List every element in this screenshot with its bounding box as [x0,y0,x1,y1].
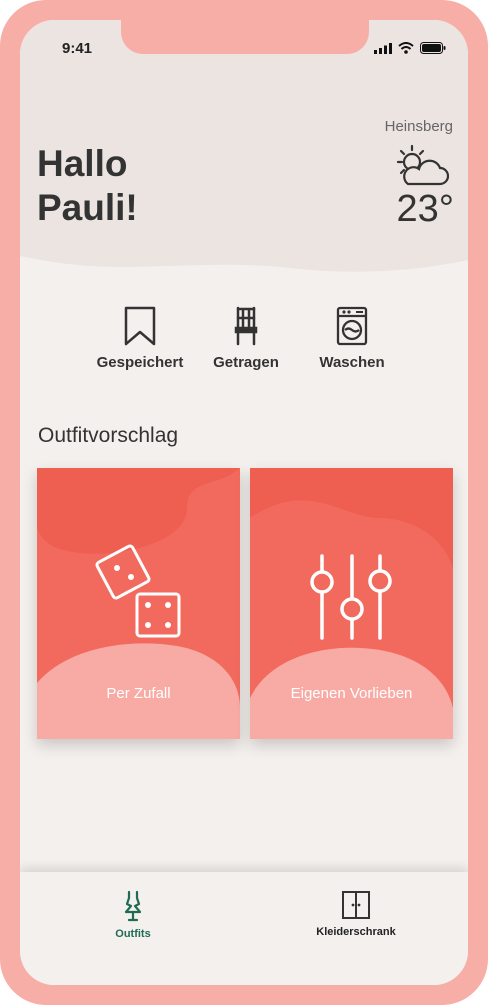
bottom-tab-bar: Outfits Kleiderschrank [20,872,468,985]
tab-label: Kleiderschrank [316,926,396,938]
app-screen: 9:41 Hallo Pauli! Heinsberg 23° Gespeich… [20,20,468,985]
bookmark-icon [124,306,156,346]
quick-action-saved[interactable]: Gespeichert [94,306,186,371]
tab-outfits[interactable]: Outfits [98,890,168,940]
dice-icon [95,544,181,638]
quick-action-worn[interactable]: Getragen [204,306,288,371]
quick-action-label: Getragen [213,354,279,371]
card-label: Eigenen Vorlieben [290,685,413,702]
greeting: Hallo Pauli! [37,142,138,230]
outfit-card-preferences[interactable]: Eigenen Vorlieben [250,468,453,739]
quick-action-label: Gespeichert [96,354,184,371]
card-label: Per Zufall [106,685,171,702]
washing-machine-icon [336,306,368,346]
sliders-icon [310,554,392,640]
section-title: Outfitvorschlag [38,424,179,447]
greeting-line-2: Pauli! [37,187,138,228]
chair-icon [234,306,258,346]
tab-label: Outfits [115,928,151,940]
quick-action-wash[interactable]: Waschen [310,306,394,371]
battery-icon [420,42,446,54]
weather-location: Heinsberg [384,118,453,135]
outfit-card-random[interactable]: Per Zufall [37,468,240,739]
wardrobe-icon [342,891,370,919]
status-time: 9:41 [62,40,93,57]
device-notch [121,20,369,54]
greeting-line-1: Hallo [37,143,128,184]
partly-cloudy-icon [396,144,450,186]
dress-icon [124,890,142,922]
quick-action-label: Waschen [319,354,385,371]
temperature: 23° [396,188,454,230]
status-icons [374,42,446,54]
tab-wardrobe[interactable]: Kleiderschrank [306,890,406,938]
signal-icon [374,42,392,54]
wifi-icon [398,42,414,54]
device-frame: 9:41 Hallo Pauli! Heinsberg 23° Gespeich… [0,0,488,1005]
